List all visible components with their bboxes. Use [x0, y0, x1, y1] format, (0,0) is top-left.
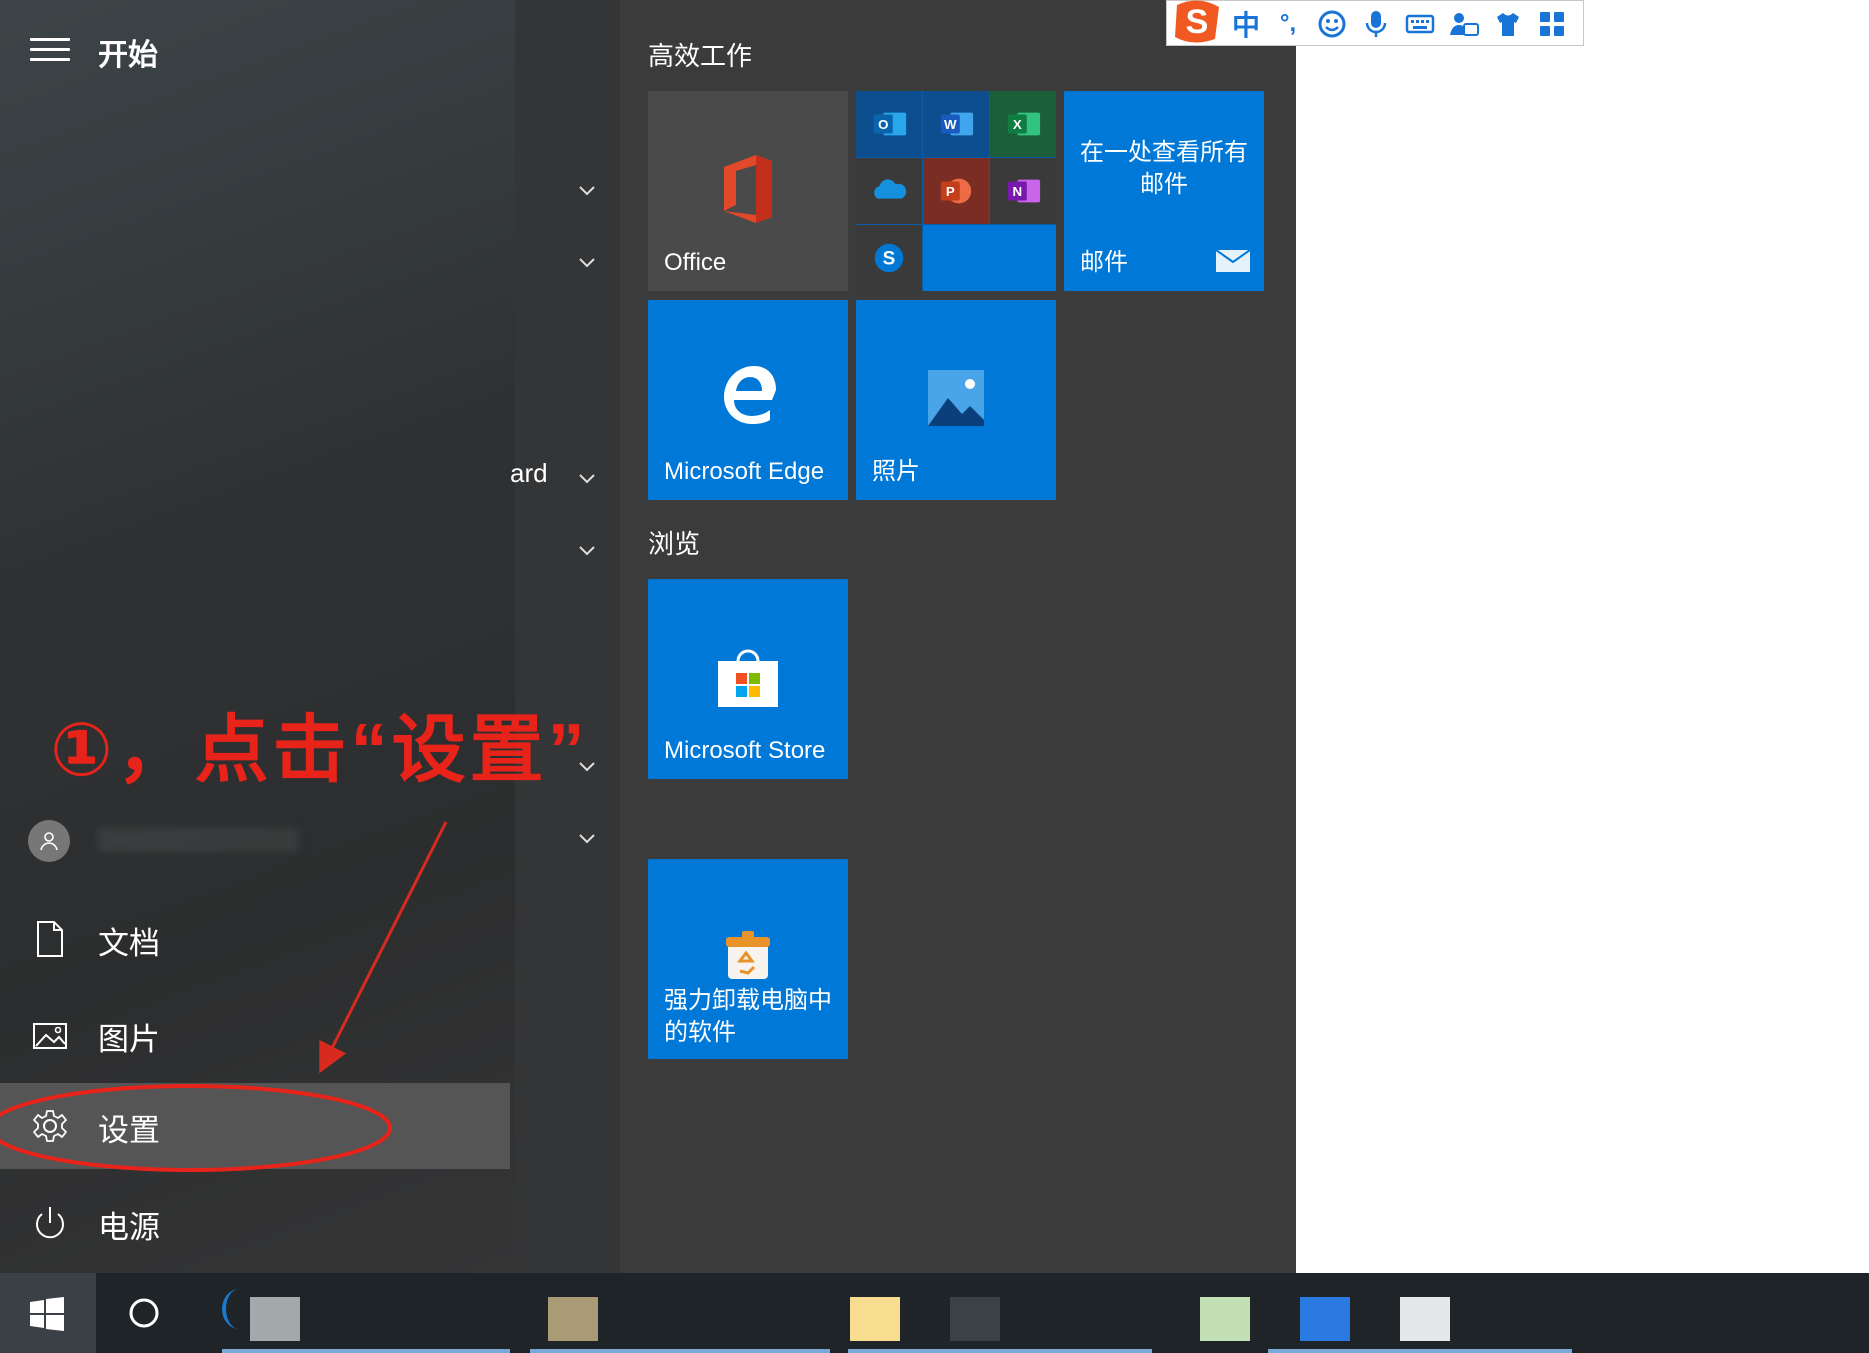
onenote-icon[interactable]: N — [990, 158, 1056, 224]
mail-line-1: 在一处查看所有 — [1080, 139, 1248, 166]
start-button[interactable] — [0, 1273, 96, 1353]
excel-icon[interactable]: X — [990, 91, 1056, 157]
start-title: 开始 — [98, 39, 158, 72]
word-letter: W — [944, 117, 957, 132]
tile-label: 照片 — [872, 458, 920, 485]
photos-icon — [926, 368, 986, 428]
sogou-letter: S — [1186, 3, 1209, 41]
menu-item-documents[interactable]: 文档 — [0, 896, 510, 982]
ime-language-toggle[interactable]: 中 — [1229, 7, 1263, 41]
onedrive-icon[interactable] — [856, 158, 922, 224]
tile-label: 邮件 — [1080, 249, 1128, 276]
expand-chevron-icon[interactable] — [573, 176, 601, 204]
running-indicator — [848, 1349, 1152, 1353]
user-name-blurred — [98, 828, 298, 852]
ime-punctuation-toggle[interactable]: °, — [1271, 7, 1305, 41]
tile-uninstall-software[interactable]: 强力卸载电脑中 的软件 — [648, 859, 848, 1059]
running-indicator — [530, 1349, 830, 1353]
tile-photos[interactable]: 照片 — [856, 300, 1056, 500]
onenote-letter: N — [1012, 184, 1022, 199]
annotation-instruction: ①，点击“设置” — [50, 708, 589, 791]
tile-microsoft-store[interactable]: Microsoft Store — [648, 579, 848, 779]
skype-icon[interactable]: S — [856, 225, 922, 291]
menu-label: 电源 — [98, 1210, 160, 1245]
windows-logo-icon — [30, 1297, 64, 1331]
excel-letter: X — [1013, 117, 1022, 132]
word-icon[interactable]: W — [923, 91, 989, 157]
toolbox-grid-icon[interactable] — [1535, 7, 1569, 41]
powerpoint-icon[interactable]: P — [923, 158, 989, 224]
menu-label: 图片 — [98, 1022, 160, 1057]
tile-label: Microsoft Store — [664, 737, 826, 764]
menu-item-power[interactable]: 电源 — [0, 1180, 510, 1266]
taskbar-app[interactable] — [250, 1297, 300, 1341]
ime-toolbar: S 中 °, — [1166, 0, 1584, 46]
app-list-partial-label[interactable]: ard — [510, 458, 548, 489]
desktop-window-area — [1296, 0, 1869, 1273]
avatar — [28, 820, 70, 862]
uninstall-line-1: 强力卸载电脑中 — [664, 987, 832, 1014]
mail-envelope-icon — [1215, 249, 1251, 277]
tile-office-apps-folder[interactable]: O W X P N S — [856, 91, 1056, 291]
taskbar-app[interactable] — [950, 1297, 1000, 1341]
expand-chevron-icon[interactable] — [573, 824, 601, 852]
menu-label: 文档 — [98, 926, 160, 961]
edge-icon — [716, 362, 780, 426]
skype-letter: S — [883, 249, 896, 270]
taskbar-app[interactable] — [850, 1297, 900, 1341]
tile-label: Office — [664, 249, 727, 276]
sogou-logo-icon[interactable]: S — [1173, 0, 1223, 45]
hamburger-menu-icon[interactable] — [30, 38, 70, 64]
gear-icon — [32, 1107, 68, 1145]
store-icon — [714, 647, 782, 711]
microphone-icon[interactable] — [1359, 7, 1393, 41]
uninstall-label: 强力卸载电脑中 的软件 — [664, 985, 832, 1049]
group-header-browse[interactable]: 浏览 — [648, 524, 700, 561]
expand-chevron-icon[interactable] — [573, 464, 601, 492]
mail-tile-heading: 在一处查看所有 邮件 — [1064, 137, 1264, 201]
taskbar-app[interactable] — [548, 1297, 598, 1341]
cortana-search-icon[interactable] — [120, 1293, 170, 1333]
outlook-icon[interactable]: O — [856, 91, 922, 157]
uninstall-line-2: 的软件 — [664, 1019, 736, 1046]
power-icon — [32, 1204, 68, 1242]
menu-item-settings[interactable]: 设置 — [0, 1083, 510, 1169]
running-indicator — [1268, 1349, 1572, 1353]
running-indicator — [222, 1349, 510, 1353]
document-icon — [32, 920, 68, 958]
keyboard-icon[interactable] — [1403, 7, 1437, 41]
mail-line-2: 邮件 — [1140, 171, 1188, 198]
expand-chevron-icon[interactable] — [573, 536, 601, 564]
tile-label: Microsoft Edge — [664, 458, 825, 485]
outlook-letter: O — [878, 117, 888, 132]
powerpoint-letter: P — [946, 184, 955, 199]
expand-chevron-icon[interactable] — [573, 248, 601, 276]
tile-microsoft-edge[interactable]: Microsoft Edge — [648, 300, 848, 500]
user-account-tools-icon[interactable] — [1447, 7, 1481, 41]
emoji-icon[interactable] — [1315, 7, 1349, 41]
menu-item-pictures[interactable]: 图片 — [0, 992, 510, 1078]
skin-shirt-icon[interactable] — [1491, 7, 1525, 41]
taskbar-app[interactable] — [1200, 1297, 1250, 1341]
group-header-productivity[interactable]: 高效工作 — [648, 36, 752, 73]
tile-office[interactable]: Office — [648, 91, 848, 291]
office-icon — [716, 153, 780, 225]
menu-label: 设置 — [98, 1113, 160, 1148]
empty-folder-slot — [923, 225, 1056, 291]
uninstall-icon — [722, 929, 774, 981]
tile-mail[interactable]: 在一处查看所有 邮件 邮件 — [1064, 91, 1264, 291]
picture-icon — [32, 1016, 68, 1054]
taskbar-app[interactable] — [1300, 1297, 1350, 1341]
app-list-column — [515, 0, 620, 1273]
taskbar-app[interactable] — [1400, 1297, 1450, 1341]
taskbar — [0, 1273, 1869, 1353]
